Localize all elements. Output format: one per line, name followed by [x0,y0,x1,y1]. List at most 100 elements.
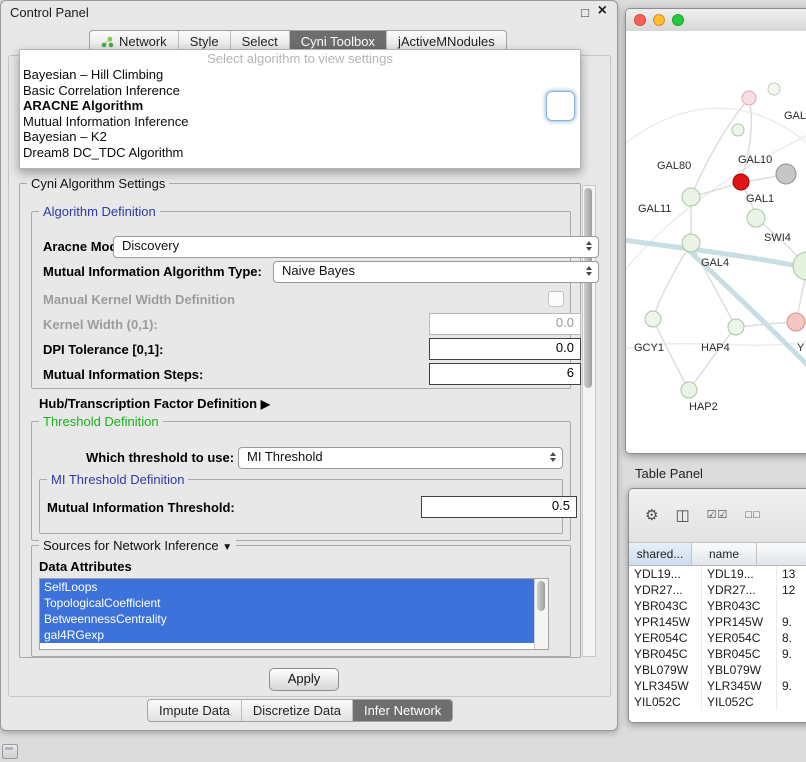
deselect-all-checkboxes-icon[interactable]: □□ [745,510,760,521]
node-label: Y [797,342,805,354]
list-item[interactable]: TopologicalCoefficient [40,595,535,611]
node-label: GAL11 [638,203,671,215]
table-toolbar: ⚙ ◫ ☑☑ □□ [629,489,806,543]
list-item[interactable]: BetweennessCentrality [40,611,535,627]
bottom-tab-bar: Impute Data Discretize Data Infer Networ… [147,699,453,722]
hub-definition-toggle[interactable]: Hub/Transcription Factor Definition ▶ [39,396,270,411]
float-window-icon[interactable]: □ [581,5,589,20]
network-window-titlebar[interactable] [626,9,806,32]
node[interactable] [732,124,744,136]
node-gal11[interactable] [682,188,700,206]
network-view-window: GAL8 GAL80 GAL10 GAL11 GAL1 SWI4 GAL4 GC… [625,8,806,454]
network-icon [101,36,114,48]
table-row[interactable]: YIL052CYIL052C [629,694,806,710]
table-row[interactable]: YLR345WYLR345W9. [629,678,806,694]
node-label: GAL10 [738,154,772,166]
table-body: YDL19...YDL19...13 YDR27...YDR27...12 YB… [629,566,806,722]
table-header: shared... name [629,543,806,566]
node-pink[interactable] [787,313,805,331]
mi-steps-label: Mutual Information Steps: [43,367,203,382]
node[interactable] [768,83,780,95]
table-row[interactable]: YBL079WYBL079W [629,662,806,678]
table-panel-title: Table Panel [635,466,703,481]
list-scrollbar[interactable] [534,579,548,649]
which-threshold-label: Which threshold to use: [86,450,234,465]
list-item[interactable]: gal4RGexp [40,627,535,643]
apply-button[interactable]: Apply [269,668,339,691]
mi-algorithm-type-label: Mutual Information Algorithm Type: [43,264,262,279]
mi-threshold-field[interactable]: 0.5 [421,496,577,518]
combo-arrows-icon [586,241,592,251]
kernel-width-field[interactable]: 0.0 [429,313,581,335]
table-row[interactable]: YBR043CYBR043C [629,598,806,614]
kernel-width-label: Kernel Width (0,1): [43,317,158,332]
column-header[interactable] [757,543,806,565]
table-row[interactable]: YER054CYER054C8. [629,630,806,646]
zoom-traffic-light-icon[interactable] [672,14,684,26]
dpi-tolerance-field[interactable]: 0.0 [429,338,581,360]
node-gal10[interactable] [776,164,796,184]
tab-impute-data[interactable]: Impute Data [148,700,242,721]
gear-icon[interactable]: ⚙ [645,508,658,523]
column-header-name[interactable]: name [692,543,757,565]
focused-spinner-control[interactable] [546,91,575,121]
mi-algorithm-type-select[interactable]: Naive Bayes [273,261,599,283]
combo-arrows-icon [586,266,592,276]
list-item[interactable]: SelfLoops [40,579,535,595]
network-graph: GAL8 GAL80 GAL10 GAL11 GAL1 SWI4 GAL4 GC… [626,31,806,453]
which-threshold-select[interactable]: MI Threshold [238,447,563,469]
collapse-arrow-icon: ▼ [222,542,232,553]
dropdown-item-basic-correlation[interactable]: Basic Correlation Inference [20,83,580,99]
table-row[interactable]: YBR045CYBR045C9. [629,646,806,662]
dropdown-placeholder: Select algorithm to view settings [20,51,580,67]
window-title: Control Panel [10,5,89,20]
dropdown-item-bayesian-k2[interactable]: Bayesian – K2 [20,129,580,145]
dropdown-item-aracne[interactable]: ARACNE Algorithm [20,98,580,114]
data-attributes-list[interactable]: SelfLoops TopologicalCoefficient Between… [39,578,549,650]
node[interactable] [793,252,806,280]
select-all-checkboxes-icon[interactable]: ☑☑ [707,510,729,521]
node-label: HAP4 [701,342,730,354]
table-row[interactable]: YDR27...YDR27...12 [629,582,806,598]
table-row[interactable]: YPR145WYPR145W9. [629,614,806,630]
scrollbar-thumb[interactable] [584,188,592,388]
node[interactable] [742,91,756,105]
table-panel-window: ⚙ ◫ ☑☑ □□ shared... name YDL19...YDL19..… [628,488,806,723]
node-red[interactable] [733,174,749,190]
group-title: Cyni Algorithm Settings [27,176,169,191]
node-label: GAL80 [657,160,691,172]
manual-kernel-width-checkbox[interactable] [548,291,564,307]
group-title: MI Threshold Definition [47,472,188,487]
scrollbar-thumb[interactable] [537,581,545,611]
dpi-tolerance-label: DPI Tolerance [0,1]: [43,342,163,357]
group-title: Threshold Definition [39,414,163,429]
close-icon[interactable]: × [598,2,607,20]
tab-discretize-data[interactable]: Discretize Data [242,700,353,721]
table-row[interactable]: YDL19...YDL19...13 [629,566,806,582]
node[interactable] [728,319,744,335]
node-label: GCY1 [634,342,664,354]
close-traffic-light-icon[interactable] [634,14,646,26]
data-attributes-label: Data Attributes [39,559,132,574]
node-hap2[interactable] [681,382,697,398]
aracne-mode-select[interactable]: Discovery [113,236,599,258]
node-gal4[interactable] [682,234,700,252]
node-label: SWI4 [764,232,791,244]
node-label: GAL1 [746,193,774,205]
minimize-traffic-light-icon[interactable] [653,14,665,26]
collapsed-panel-icon[interactable] [2,744,18,759]
node-gcy1[interactable] [645,311,661,327]
tab-infer-network[interactable]: Infer Network [353,700,452,721]
sources-group-title[interactable]: Sources for Network Inference ▼ [39,538,236,555]
dropdown-item-dream8[interactable]: Dream8 DC_TDC Algorithm [20,145,580,161]
dropdown-item-bayesian-hill-climbing[interactable]: Bayesian – Hill Climbing [20,67,580,83]
columns-icon[interactable]: ◫ [675,508,689,523]
manual-kernel-width-label: Manual Kernel Width Definition [43,292,235,307]
dropdown-item-mutual-information[interactable]: Mutual Information Inference [20,114,580,130]
mi-threshold-label: Mutual Information Threshold: [47,500,235,515]
combo-arrows-icon [550,452,556,462]
network-canvas[interactable]: GAL8 GAL80 GAL10 GAL11 GAL1 SWI4 GAL4 GC… [626,31,806,453]
node-gal1[interactable] [747,209,765,227]
column-header-shared-name[interactable]: shared... [629,543,692,565]
mi-steps-field[interactable]: 6 [429,363,581,385]
